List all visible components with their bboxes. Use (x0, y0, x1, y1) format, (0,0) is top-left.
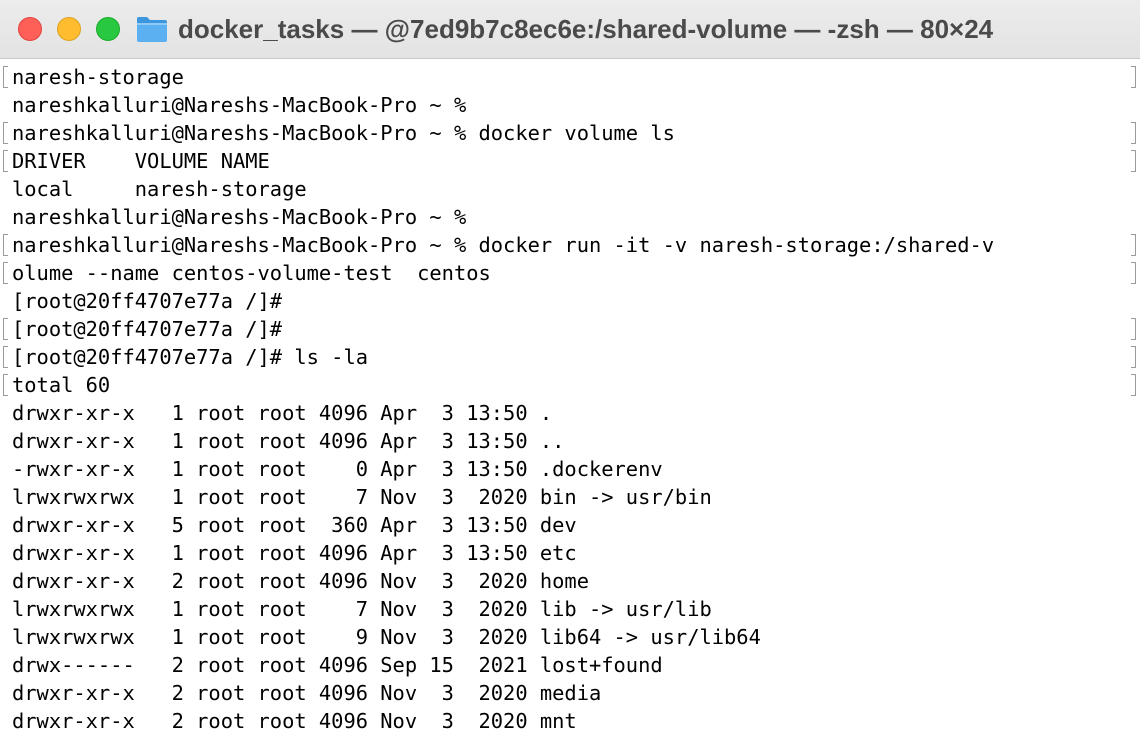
line-mark-end (1131, 346, 1136, 368)
folder-icon (137, 17, 167, 42)
terminal-window: docker_tasks — @7ed9b7c8ec6e:/shared-vol… (0, 0, 1140, 744)
terminal-line: drwxr-xr-x 5 root root 360 Apr 3 13:50 d… (12, 513, 577, 537)
line-mark-end (1131, 150, 1136, 172)
terminal-line: lrwxrwxrwx 1 root root 7 Nov 3 2020 lib … (12, 597, 712, 621)
terminal-line: total 60 (12, 373, 111, 397)
line-mark-start (3, 234, 8, 256)
terminal-line: naresh-storage (12, 65, 184, 89)
terminal-line: nareshkalluri@Nareshs-MacBook-Pro ~ % do… (12, 121, 675, 145)
terminal-output[interactable]: naresh-storage nareshkalluri@Nareshs-Mac… (0, 62, 1140, 744)
terminal-line: nareshkalluri@Nareshs-MacBook-Pro ~ % (12, 205, 467, 229)
terminal-line: lrwxrwxrwx 1 root root 7 Nov 3 2020 bin … (12, 485, 712, 509)
line-mark-end (1131, 374, 1136, 396)
zoom-button[interactable] (96, 17, 120, 41)
terminal-line: -rwxr-xr-x 1 root root 0 Apr 3 13:50 .do… (12, 457, 663, 481)
terminal-line: [root@20ff4707e77a /]# (12, 317, 283, 341)
line-mark-end (1131, 122, 1136, 144)
terminal-line: drwx------ 2 root root 4096 Sep 15 2021 … (12, 653, 663, 677)
terminal-line: [root@20ff4707e77a /]# (12, 289, 283, 313)
close-button[interactable] (18, 17, 42, 41)
line-mark-end (1131, 262, 1136, 284)
terminal-line: DRIVER VOLUME NAME (12, 149, 270, 173)
line-mark-start (3, 262, 8, 284)
line-mark-start (3, 374, 8, 396)
line-mark-start (3, 346, 8, 368)
title-bar[interactable]: docker_tasks — @7ed9b7c8ec6e:/shared-vol… (0, 0, 1140, 59)
line-mark-start (3, 150, 8, 172)
line-mark-end (1131, 318, 1136, 340)
terminal-line: nareshkalluri@Nareshs-MacBook-Pro ~ % (12, 93, 467, 117)
terminal-line: drwxr-xr-x 1 root root 4096 Apr 3 13:50 … (12, 541, 577, 565)
minimize-button[interactable] (57, 17, 81, 41)
terminal-line: drwxr-xr-x 1 root root 4096 Apr 3 13:50 … (12, 401, 553, 425)
terminal-line: drwxr-xr-x 2 root root 4096 Nov 3 2020 m… (12, 709, 577, 733)
terminal-line: olume --name centos-volume-test centos (12, 261, 491, 285)
line-mark-end (1131, 66, 1136, 88)
terminal-line: local naresh-storage (12, 177, 307, 201)
terminal-line: nareshkalluri@Nareshs-MacBook-Pro ~ % do… (12, 233, 995, 257)
terminal-line: lrwxrwxrwx 1 root root 9 Nov 3 2020 lib6… (12, 625, 761, 649)
line-mark-start (3, 66, 8, 88)
window-title: docker_tasks — @7ed9b7c8ec6e:/shared-vol… (178, 14, 994, 44)
terminal-line: drwxr-xr-x 1 root root 4096 Apr 3 13:50 … (12, 429, 565, 453)
terminal-line: drwxr-xr-x 2 root root 4096 Nov 3 2020 h… (12, 569, 589, 593)
terminal-line: drwxr-xr-x 2 root root 4096 Nov 3 2020 m… (12, 681, 602, 705)
line-mark-end (1131, 234, 1136, 256)
terminal-line: [root@20ff4707e77a /]# ls -la (12, 345, 369, 369)
line-mark-start (3, 122, 8, 144)
line-mark-start (3, 318, 8, 340)
